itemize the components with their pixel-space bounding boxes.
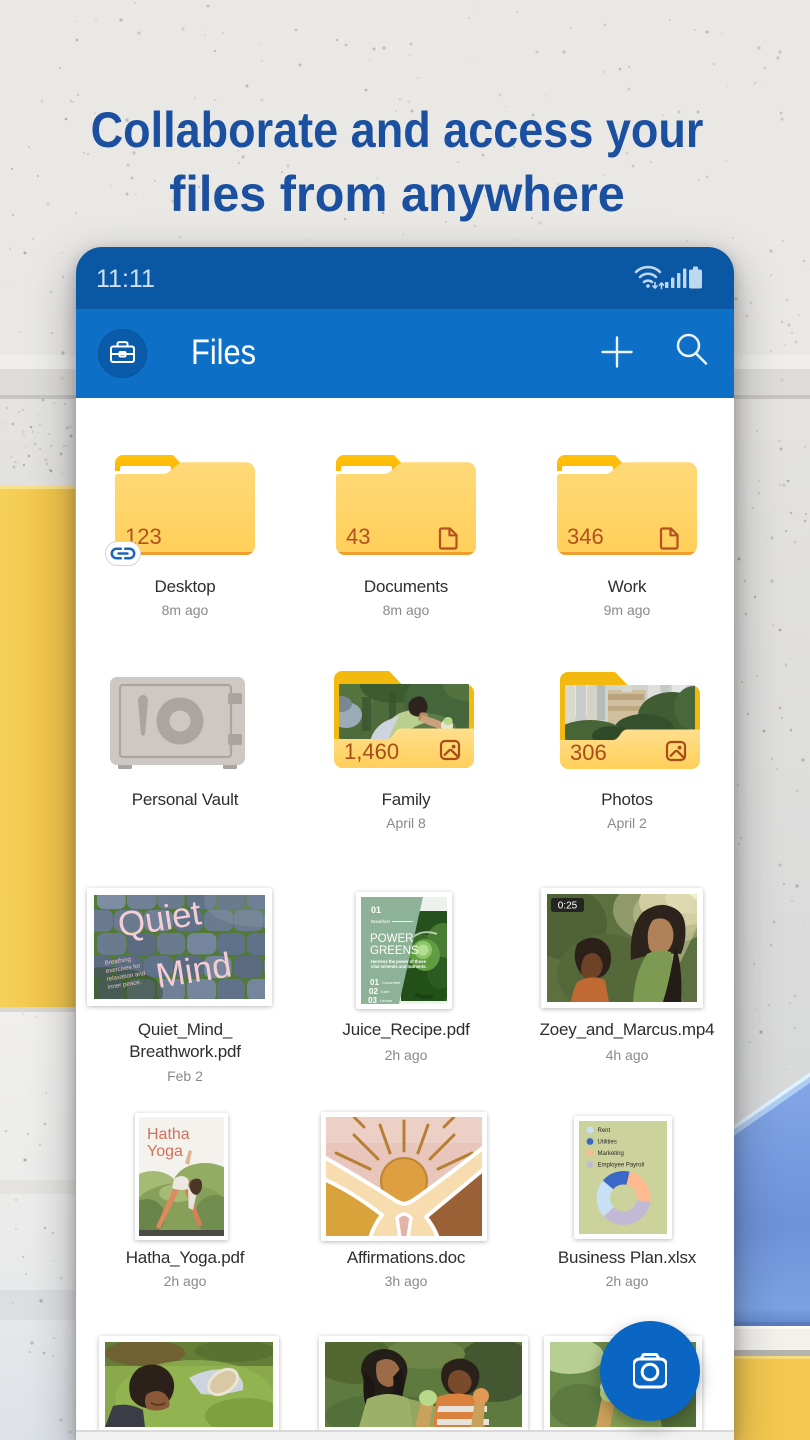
svg-text:1,460: 1,460: [344, 739, 399, 764]
svg-text:Yoga: Yoga: [147, 1143, 183, 1160]
svg-text:Rent: Rent: [598, 1128, 611, 1134]
svg-text:02: 02: [369, 987, 378, 996]
svg-text:Employee Payroll: Employee Payroll: [598, 1163, 645, 1169]
svg-text:Cucumber: Cucumber: [382, 980, 401, 985]
svg-text:POWER: POWER: [370, 933, 413, 945]
svg-text:03: 03: [368, 996, 377, 1004]
svg-text:Utilities: Utilities: [598, 1140, 617, 1146]
svg-text:vital minerals and nutrients.: vital minerals and nutrients.: [371, 964, 427, 969]
svg-text:0:25: 0:25: [558, 901, 578, 912]
svg-text:GREENS: GREENS: [370, 945, 419, 957]
svg-text:43: 43: [346, 524, 370, 549]
svg-text:Breakfast: Breakfast: [371, 919, 391, 924]
svg-text:Marketing: Marketing: [598, 1151, 624, 1157]
svg-text:01: 01: [371, 905, 381, 915]
svg-text:Hatha: Hatha: [147, 1126, 190, 1143]
svg-text:Kale: Kale: [381, 989, 390, 994]
svg-text:01: 01: [370, 978, 379, 987]
svg-text:Lemon: Lemon: [380, 998, 392, 1003]
svg-text:306: 306: [570, 740, 607, 765]
svg-text:346: 346: [567, 524, 604, 549]
